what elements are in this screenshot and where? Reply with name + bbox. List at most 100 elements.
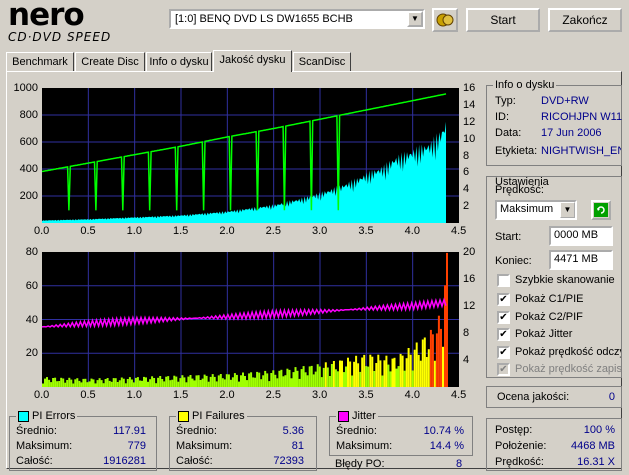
settings-group: Ustawienia Prędkość: Maksimum ▼ Start: 0… — [486, 176, 622, 378]
pi-failures-bar — [437, 315, 440, 387]
refresh-drive-button[interactable] — [432, 8, 458, 32]
speed-select[interactable]: Maksimum ▼ — [495, 200, 577, 220]
tab-benchmark[interactable]: Benchmark — [6, 52, 74, 71]
y-right-tick-label: 12 — [463, 300, 476, 312]
tab-scandisc[interactable]: ScanDisc — [293, 52, 351, 71]
pi-failures-bar — [50, 382, 53, 387]
drive-select[interactable]: [1:0] BENQ DVD LS DW1655 BCHB ▼ — [169, 9, 425, 29]
pi-failures-bar — [110, 381, 113, 387]
y-left-tick-label: 60 — [25, 279, 38, 292]
pi-failures-bar — [215, 381, 218, 387]
show-c2-pif-label: Pokaż C2/PIF — [515, 311, 583, 323]
pi-failures-bar — [341, 360, 343, 387]
pi-failures-bar — [173, 375, 176, 387]
pi-failures-bar — [122, 378, 125, 387]
pi-failures-bar — [179, 378, 182, 387]
pi-failures-bar — [256, 371, 259, 387]
tab-disc-quality[interactable]: Jakość dysku — [213, 50, 292, 72]
pi-failures-bar — [60, 377, 63, 387]
pi-failures-bar — [292, 372, 295, 387]
close-button[interactable]: Zakończ — [548, 8, 622, 32]
show-write-speed-label: Pokaż prędkość zapisu — [515, 363, 622, 375]
end-mb-input[interactable]: 4471 MB — [549, 250, 613, 270]
x-tick-label: 0.0 — [34, 225, 50, 237]
pi-failures-bar — [209, 376, 212, 387]
pi-failures-bar — [92, 379, 95, 387]
refresh-drive-icon — [436, 13, 454, 27]
pi-failures-bar — [74, 379, 77, 387]
pi-failures-bar — [169, 380, 172, 387]
pi-failures-bar — [258, 372, 261, 387]
pi-failures-bar — [183, 377, 186, 387]
chevron-down-icon[interactable]: ▼ — [560, 202, 575, 218]
jitter-stats: Jitter Średnio: 10.74 % Maksimum: 14.4 % — [329, 410, 473, 456]
show-jitter-checkbox[interactable]: ✔ — [497, 328, 510, 341]
show-read-speed-label: Pokaż prędkość odczytu — [515, 346, 621, 358]
pi-failures-bar — [330, 364, 333, 387]
chevron-down-icon[interactable]: ▼ — [407, 11, 423, 27]
pi-failures-bar — [223, 379, 226, 387]
refresh-speed-button[interactable] — [591, 200, 611, 220]
pi-failures-bar — [322, 367, 325, 387]
start-button[interactable]: Start — [466, 8, 540, 32]
pi-failures-bar — [143, 376, 145, 387]
jitter-line — [42, 297, 447, 329]
pi-failures-bar — [339, 360, 341, 387]
pi-failures-bar — [328, 376, 331, 387]
pi-failures-bar — [440, 328, 442, 387]
start-mb-input[interactable]: 0000 MB — [549, 226, 613, 246]
y-right-tick-label: 2 — [463, 200, 470, 213]
pi-failures-bar — [403, 370, 406, 387]
x-tick-label: 4.5 — [451, 389, 467, 401]
jitter-title: Jitter — [336, 410, 378, 422]
pi-errors-title: PI Errors — [16, 410, 78, 422]
x-tick-label: 4.0 — [404, 225, 420, 237]
pi-failures-bar — [425, 357, 428, 387]
pi-failures-bar — [411, 370, 414, 387]
pi-failures-bar — [248, 373, 251, 387]
pi-failures-bar — [197, 375, 200, 387]
pi-failures-bar — [286, 368, 289, 387]
pi-failures-bar — [284, 375, 287, 387]
date-label: Data: — [495, 127, 522, 139]
pi-failures-total-label: Całość: — [176, 455, 213, 467]
pi-failures-bar — [157, 377, 160, 387]
tab-disc-info[interactable]: Info o dysku — [146, 52, 212, 71]
pi-failures-bar — [290, 378, 293, 387]
pi-failures-bar — [225, 374, 228, 387]
current-speed-label: Prędkość: — [495, 456, 544, 468]
pi-failures-bar — [161, 379, 164, 387]
pi-failures-bar — [320, 377, 323, 387]
pi-failures-bar — [128, 377, 131, 387]
pi-failures-bar — [347, 357, 349, 387]
pi-errors-swatch-icon — [18, 410, 29, 422]
jitter-max: 14.4 % — [429, 440, 464, 452]
pi-failures-bar — [312, 374, 315, 387]
pi-failures-bar — [171, 379, 174, 387]
pi-failures-bar — [66, 380, 69, 387]
show-read-speed-checkbox[interactable]: ✔ — [497, 346, 510, 359]
progress-group: Postęp: 100 % Położenie: 4468 MB Prędkoś… — [486, 418, 622, 471]
pi-failures-bar — [262, 375, 265, 387]
pi-errors-total: 1916281 — [103, 455, 146, 467]
show-c1-pie-checkbox[interactable]: ✔ — [497, 293, 510, 306]
pi-failures-bar — [42, 383, 44, 387]
show-c2-pif-checkbox[interactable]: ✔ — [497, 311, 510, 324]
y-right-tick-label: 4 — [463, 354, 470, 366]
pi-failures-bar — [278, 370, 281, 387]
pi-failures-bar — [316, 364, 319, 387]
y-right-tick-label: 16 — [463, 273, 476, 285]
pi-failures-bar — [351, 375, 354, 387]
x-tick-label: 0.5 — [80, 389, 96, 401]
type-value: DVD+RW — [541, 95, 589, 107]
pi-failures-bar — [76, 378, 79, 387]
quality-score-group: Ocena jakości: 0 — [486, 386, 622, 408]
pi-failures-title: PI Failures — [176, 410, 247, 422]
nero-logo: nero — [8, 0, 85, 33]
pi-failures-bar — [355, 355, 358, 387]
pi-failures-bar — [163, 381, 166, 387]
tab-create-disc[interactable]: Create Disc — [75, 52, 145, 71]
pi-failures-swatch-icon — [178, 410, 189, 422]
pi-failures-bar — [250, 372, 253, 387]
quick-scan-checkbox[interactable] — [497, 274, 510, 287]
